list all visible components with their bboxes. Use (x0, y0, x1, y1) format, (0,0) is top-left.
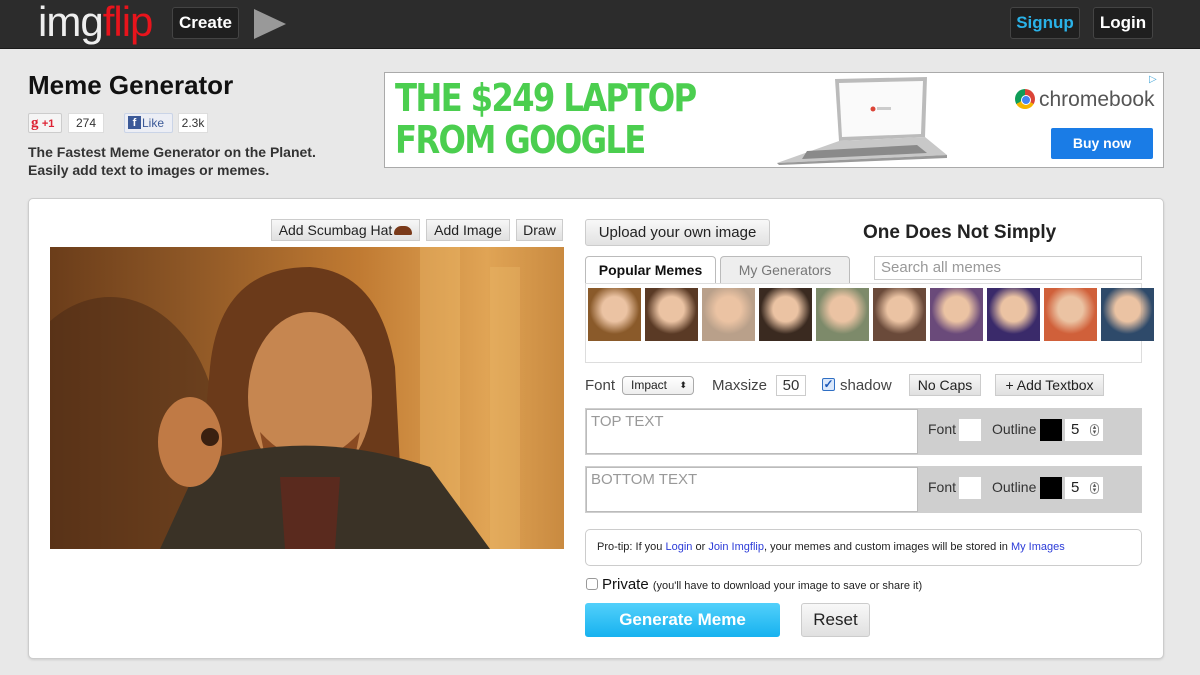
outline-size-stepper[interactable]: 5 ▴ ▾ (1065, 419, 1103, 441)
logo-text-flip: flip (102, 0, 154, 45)
fb-like-label: Like (142, 116, 165, 130)
meme-thumbnail[interactable] (816, 288, 869, 341)
font-color-swatch[interactable] (959, 419, 981, 441)
outline-color-label: Outline (992, 421, 1037, 437)
select-arrows-icon: ⬍ (679, 380, 687, 390)
meme-thumbnail[interactable] (987, 288, 1040, 341)
add-scumbag-hat-button[interactable]: Add Scumbag Hat (271, 219, 420, 241)
generate-meme-button[interactable]: Generate Meme (585, 603, 780, 637)
chromebook-ad-banner[interactable]: THE $249 LAPTOP FROM GOOGLE chromebook B… (384, 72, 1164, 168)
selected-meme-title: One Does Not Simply (863, 222, 1057, 243)
tagline-line-2: Easily add text to images or memes. (28, 162, 270, 178)
meme-illustration (50, 247, 520, 549)
ad-brand-text: chromebook (1039, 88, 1155, 111)
meme-thumbnail[interactable] (645, 288, 698, 341)
font-select[interactable]: Impact ⬍ (622, 376, 694, 395)
add-image-button[interactable]: Add Image (426, 219, 510, 241)
bottom-text-row: BOTTOM TEXT Font Outline 5 ▴ ▾ (585, 466, 1142, 513)
tab-my-generators[interactable]: My Generators (720, 256, 850, 283)
top-navbar: imgflip Create Signup Login (0, 0, 1200, 49)
laptop-image (777, 77, 947, 165)
font-color-label: Font (928, 479, 957, 495)
meme-thumbnail[interactable] (702, 288, 755, 341)
protip-text: , your memes and custom images will be s… (763, 541, 1011, 553)
meme-thumbnail[interactable] (930, 288, 983, 341)
meme-thumbnail[interactable] (1044, 288, 1097, 341)
adchoices-icon[interactable]: ▷ (1149, 74, 1161, 86)
play-icon[interactable] (254, 9, 286, 39)
maxsize-label: Maxsize (712, 377, 768, 394)
page-title: Meme Generator (28, 70, 234, 100)
shadow-label: shadow (840, 377, 892, 394)
create-button[interactable]: Create (172, 7, 239, 39)
ad-brand: chromebook (1015, 88, 1155, 112)
outline-size-value: 5 (1071, 479, 1080, 496)
search-memes-input[interactable]: Search all memes (874, 256, 1142, 280)
facebook-like-button[interactable]: f Like (124, 113, 173, 133)
no-caps-button[interactable]: No Caps (909, 374, 981, 396)
gplus-label: +1 (41, 118, 55, 130)
stepper-arrows-icon[interactable]: ▴ ▾ (1090, 424, 1099, 436)
private-checkbox[interactable] (586, 578, 598, 590)
meme-thumbnail[interactable] (588, 288, 641, 341)
tagline: The Fastest Meme Generator on the Planet… (28, 143, 316, 179)
top-text-row: TOP TEXT Font Outline 5 ▴ ▾ (585, 408, 1142, 455)
font-color-swatch[interactable] (959, 477, 981, 499)
ad-headline-line-1: THE $249 LAPTOP (395, 76, 697, 120)
pro-tip-box: Pro-tip: If you Login or Join Imgflip, y… (585, 529, 1142, 566)
meme-thumbnail[interactable] (759, 288, 812, 341)
private-option: Private (you'll have to download your im… (586, 576, 922, 593)
google-plus-button[interactable]: g +1 (28, 113, 62, 133)
tagline-line-1: The Fastest Meme Generator on the Planet… (28, 144, 316, 160)
protip-text: or (692, 541, 709, 553)
top-text-input[interactable]: TOP TEXT (586, 409, 918, 454)
facebook-count: 2.3k (178, 113, 208, 133)
add-textbox-button[interactable]: + Add Textbox (995, 374, 1104, 396)
private-note: (you'll have to download your image to s… (652, 580, 923, 592)
scumbag-hat-label: Add Scumbag Hat (278, 222, 393, 238)
google-plus-icon: g (31, 115, 39, 131)
logo-text-img: img (38, 0, 104, 45)
shadow-checkbox[interactable]: ✓ (822, 378, 835, 391)
font-label: Font (585, 377, 616, 394)
login-button[interactable]: Login (1093, 7, 1153, 39)
outline-color-label: Outline (992, 479, 1037, 495)
protip-my-images-link[interactable]: My Images (1011, 541, 1065, 553)
gplus-count: 274 (68, 113, 104, 133)
meme-canvas-image[interactable] (50, 247, 564, 549)
protip-join-link[interactable]: Join Imgflip (708, 541, 764, 553)
bottom-text-input[interactable]: BOTTOM TEXT (586, 467, 918, 512)
meme-thumbnail-list (585, 283, 1154, 363)
outline-color-swatch[interactable] (1040, 419, 1062, 441)
signup-button[interactable]: Signup (1010, 7, 1080, 39)
imgflip-logo[interactable]: imgflip (38, 0, 154, 46)
reset-button[interactable]: Reset (801, 603, 870, 637)
private-label: Private (602, 576, 649, 593)
protip-text: Pro-tip: If you (597, 541, 666, 553)
maxsize-input[interactable]: 50 (776, 375, 806, 396)
facebook-icon: f (128, 116, 141, 129)
ad-headline-line-2: FROM GOOGLE (395, 118, 646, 162)
stepper-arrows-icon[interactable]: ▴ ▾ (1090, 482, 1099, 494)
outline-size-value: 5 (1071, 421, 1080, 438)
meme-thumbnail[interactable] (873, 288, 926, 341)
draw-button[interactable]: Draw (516, 219, 563, 241)
buy-now-button[interactable]: Buy now (1051, 128, 1153, 159)
ad-headline: THE $249 LAPTOP FROM GOOGLE (395, 76, 697, 162)
font-color-label: Font (928, 421, 957, 437)
protip-login-link[interactable]: Login (665, 541, 692, 553)
upload-image-button[interactable]: Upload your own image (585, 219, 770, 246)
scumbag-hat-icon (394, 226, 413, 235)
meme-thumbnail[interactable] (1101, 288, 1154, 341)
chrome-logo-icon (1015, 89, 1035, 109)
outline-size-stepper[interactable]: 5 ▴ ▾ (1065, 477, 1103, 499)
tab-popular-memes[interactable]: Popular Memes (585, 256, 716, 283)
outline-color-swatch[interactable] (1040, 477, 1062, 499)
font-select-value: Impact (631, 378, 668, 392)
